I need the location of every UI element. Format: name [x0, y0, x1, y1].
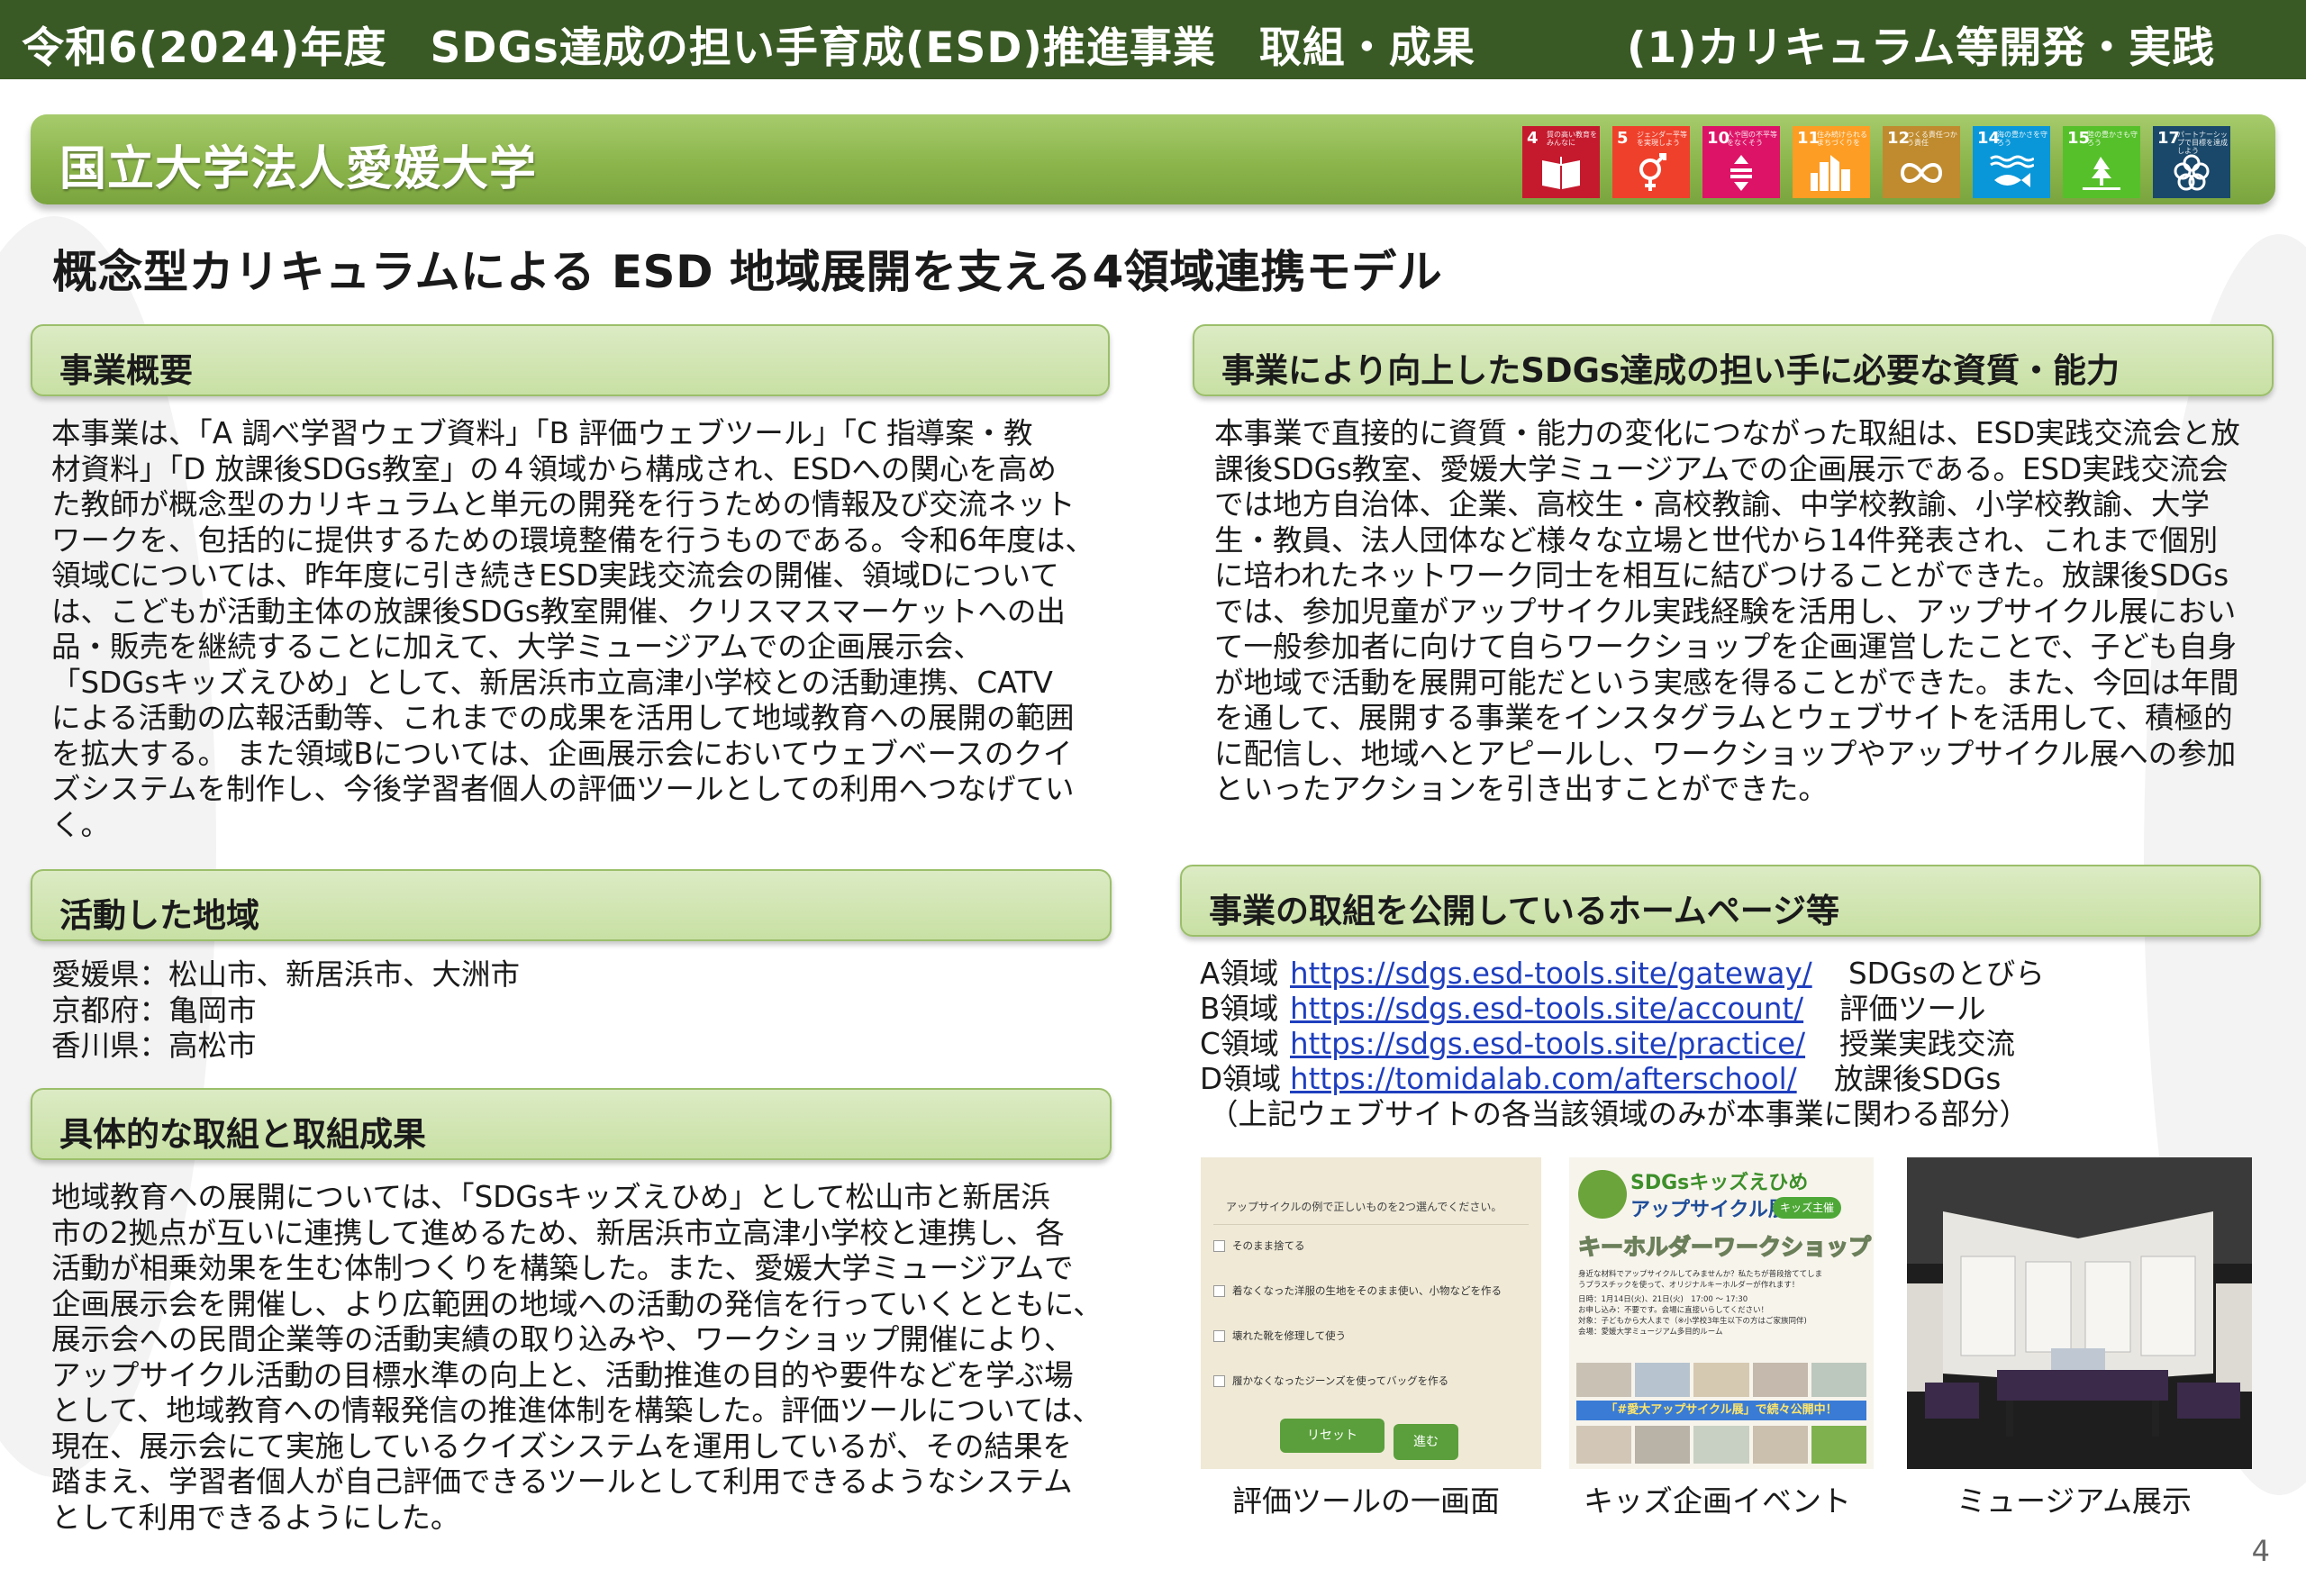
- event-poster: SDGsキッズえひめ アップサイクル展 キッズ主催 キーホルダーワークショップ …: [1569, 1157, 1874, 1469]
- sdg-goal-5-icon: 5 ジェンダー平等を実現しよう: [1612, 126, 1690, 198]
- overview-title: 事業概要: [59, 351, 193, 390]
- link-afterschool[interactable]: https://tomidalab.com/afterschool/: [1290, 1062, 1834, 1097]
- sdg-icons: 4 質の高い教育をみんなに 5 ジェンダー平等を実現しよう 10 人や国の不平等をなく…: [1522, 126, 2230, 198]
- museum-caption: ミュージアム展示: [1956, 1483, 2193, 1519]
- sdg-goal-15-icon: 15 陸の豊かさも守ろう: [2063, 126, 2140, 198]
- quiz-question: アップサイクルの例で正しいものを2つ選んでください。: [1226, 1201, 1503, 1213]
- link-account[interactable]: https://sdgs.esd-tools.site/account/: [1290, 992, 1839, 1027]
- results-title: 具体的な取組と取組成果: [59, 1115, 426, 1154]
- quiz-option: 着なくなった洋服の生地をそのまま使い、小物などを作る: [1213, 1283, 1502, 1298]
- link-row: A領域 https://sdgs.esd-tools.site/gateway/…: [1200, 957, 2045, 992]
- page-title: 概念型カリキュラムによる ESD 地域展開を支える4領域連携モデル: [52, 246, 1443, 298]
- link-row: D領域 https://tomidalab.com/afterschool/ 放…: [1200, 1062, 2002, 1097]
- regions-title: 活動した地域: [59, 896, 259, 935]
- abilities-header: 事業により向上したSDGs達成の担い手に必要な資質・能力: [1193, 324, 2274, 396]
- header-category: (1)カリキュラム等開発・実践: [1627, 23, 2216, 73]
- sdg-goal-11-icon: 11 住み続けられるまちづくりを: [1793, 126, 1870, 198]
- link-row: C領域 https://sdgs.esd-tools.site/practice…: [1200, 1027, 2016, 1062]
- link-practice[interactable]: https://sdgs.esd-tools.site/practice/: [1290, 1027, 1839, 1062]
- homepage-title: 事業の取組を公開しているホームページ等: [1209, 892, 1840, 930]
- museum-scene: [1907, 1157, 2252, 1469]
- sdg-goal-17-icon: 17 パートナーシップで目標を達成しよう: [2153, 126, 2230, 198]
- event-subtitle: キーホルダーワークショップ: [1577, 1233, 1872, 1261]
- quiz-screenshot: アップサイクルの例で正しいものを2つ選んでください。 そのまま捨てる 着なくなっ…: [1201, 1157, 1541, 1469]
- quiz-option: 壊れた靴を修理して使う: [1213, 1328, 1346, 1343]
- homepage-header: 事業の取組を公開しているホームページ等: [1180, 865, 2261, 937]
- event-brand: SDGsキッズえひめ: [1630, 1172, 1809, 1194]
- university-name: 国立大学法人愛媛大学: [59, 142, 538, 196]
- header-title: 令和6(2024)年度 SDGs達成の担い手育成(ESD)推進事業 取組・成果: [22, 23, 1475, 73]
- header-bar: 令和6(2024)年度 SDGs達成の担い手育成(ESD)推進事業 取組・成果 …: [0, 0, 2306, 79]
- event-details: 身近な材料でアップサイクルしてみませんか？私たちが普段捨ててしま うプラスチック…: [1578, 1270, 1823, 1337]
- abilities-title: 事業により向上したSDGs達成の担い手に必要な資質・能力: [1221, 351, 2120, 390]
- overview-text: 本事業は、「A 調べ学習ウェブ資料」「B 評価ウェブツール」「C 指導案・教 材…: [51, 416, 1094, 842]
- keychain-photos: [1576, 1363, 1867, 1397]
- results-header: 具体的な取組と取組成果: [31, 1088, 1112, 1160]
- quiz-option: 履かなくなったジーンズを使ってバッグを作る: [1213, 1374, 1448, 1388]
- homepage-note: （上記ウェブサイトの各当該領域のみが本事業に関わる部分）: [1209, 1097, 2029, 1131]
- quiz-caption: 評価ツールの一画面: [1232, 1483, 1500, 1519]
- event-title: アップサイクル展: [1630, 1199, 1788, 1221]
- sdg-goal-10-icon: 10 人や国の不平等をなくそう: [1702, 126, 1780, 198]
- homepage-links: A領域 https://sdgs.esd-tools.site/gateway/…: [1200, 957, 2045, 1132]
- quiz-option: そのまま捨てる: [1213, 1238, 1305, 1253]
- event-caption: キッズ企画イベント: [1584, 1483, 1851, 1519]
- results-text: 地域教育への展開については、「SDGsキッズえひめ」として松山市と新居浜 市の2…: [51, 1180, 1103, 1535]
- link-gateway[interactable]: https://sdgs.esd-tools.site/gateway/: [1290, 957, 1848, 992]
- sdg-goal-4-icon: 4 質の高い教育をみんなに: [1522, 126, 1600, 198]
- regions-text: 愛媛県：松山市、新居浜市、大洲市 京都府：亀岡市 香川県：高松市: [51, 957, 521, 1063]
- overview-header: 事業概要: [31, 324, 1110, 396]
- event-badge: キッズ主催: [1773, 1197, 1842, 1219]
- abilities-text: 本事業で直接的に資質・能力の変化につながった取組は、ESD実践交流会と放 課後S…: [1214, 416, 2240, 806]
- kids-logo: [1578, 1170, 1627, 1219]
- regions-header: 活動した地域: [31, 869, 1112, 941]
- event-banner: 「#愛大アップサイクル展」で続々公開中！: [1576, 1401, 1866, 1420]
- sdg-goal-12-icon: 12 つくる責任つかう責任: [1883, 126, 1960, 198]
- link-row: B領域 https://sdgs.esd-tools.site/account/…: [1200, 992, 1986, 1027]
- quiz-next-button: 進む: [1394, 1424, 1458, 1460]
- page-number: 4: [2251, 1534, 2270, 1568]
- quiz-reset-button: リセット: [1280, 1419, 1385, 1453]
- keychain-photos: [1576, 1426, 1867, 1464]
- sdg-goal-14-icon: 14 海の豊かさを守ろう: [1973, 126, 2050, 198]
- museum-photo: [1907, 1157, 2252, 1469]
